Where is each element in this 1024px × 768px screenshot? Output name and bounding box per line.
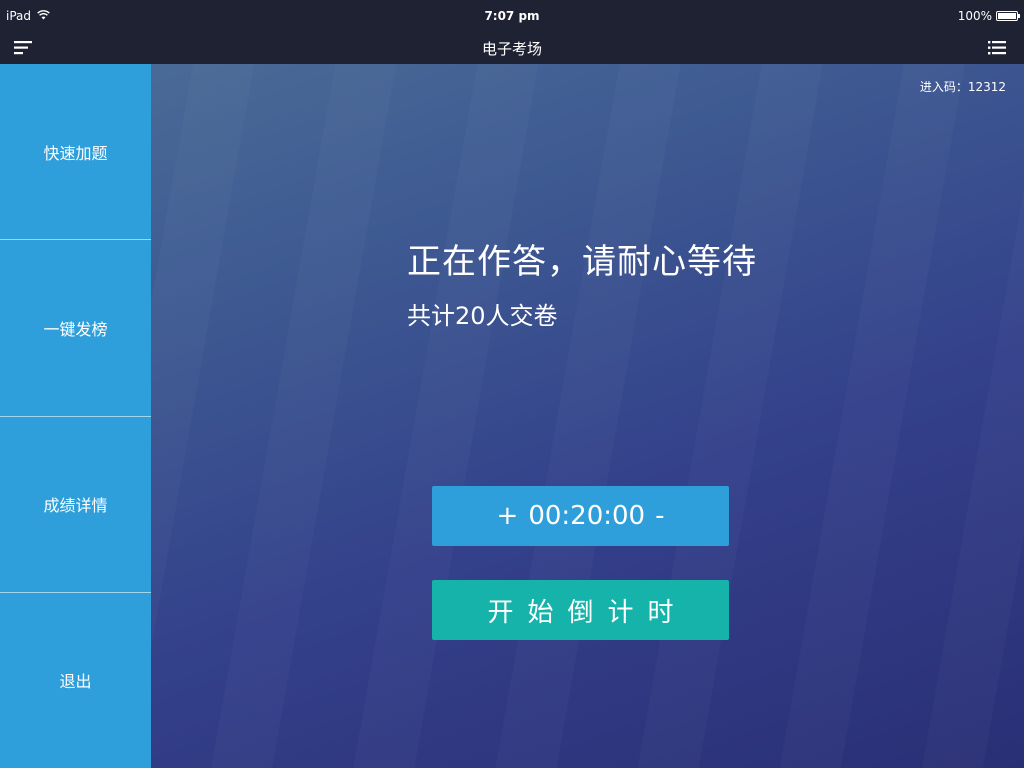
- sidebar-item-exit[interactable]: 退出: [0, 593, 151, 768]
- timer-increase-button[interactable]: +: [497, 501, 519, 531]
- sidebar: 快速加题 一键发榜 成绩详情 退出: [0, 64, 151, 768]
- entry-code: 进入码：12312: [919, 80, 1006, 94]
- sidebar-item-quick-add[interactable]: 快速加题: [0, 64, 151, 241]
- status-right: 100%: [957, 9, 1020, 23]
- battery-icon: [996, 11, 1020, 21]
- timer-stepper: + 00:20:00 -: [432, 486, 729, 546]
- battery-level: [998, 13, 1016, 19]
- status-headline: 正在作答，请耐心等待: [407, 242, 757, 282]
- battery-percent: 100%: [957, 9, 992, 23]
- status-bar: iPad 7:07 pm 100%: [0, 0, 1024, 32]
- page-title: 电子考场: [481, 40, 542, 58]
- sidebar-item-score-details[interactable]: 成绩详情: [0, 417, 151, 593]
- timer-value: 00:20:00: [528, 501, 646, 531]
- sidebar-item-publish-ranking[interactable]: 一键发榜: [0, 240, 151, 417]
- main-panel: 进入码：12312 正在作答，请耐心等待 共计20人交卷 + 00:20:00 …: [151, 64, 1024, 768]
- nav-bar: 电子考场: [0, 32, 1024, 64]
- status-time: 7:07 pm: [484, 9, 540, 23]
- submission-count: 共计20人交卷: [407, 302, 558, 330]
- list-icon[interactable]: [988, 40, 1010, 56]
- timer-decrease-button[interactable]: -: [655, 501, 664, 531]
- start-countdown-button[interactable]: 开始倒计时: [432, 580, 729, 640]
